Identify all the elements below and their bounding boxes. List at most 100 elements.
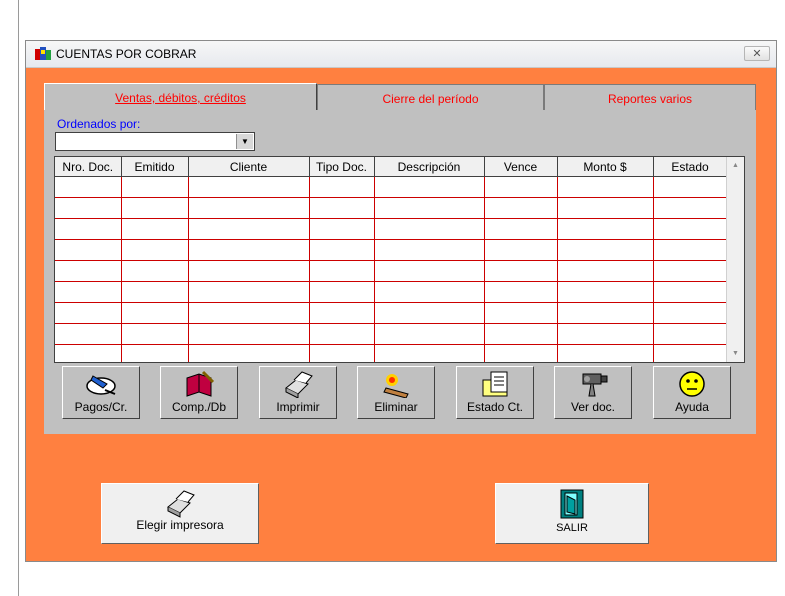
table-cell[interactable] <box>653 344 728 362</box>
delete-button[interactable]: Eliminar <box>357 366 435 419</box>
table-cell[interactable] <box>484 281 558 303</box>
table-row[interactable] <box>55 302 728 324</box>
table-row[interactable] <box>55 281 728 303</box>
table-row[interactable] <box>55 197 728 219</box>
table-cell[interactable] <box>55 239 122 261</box>
documents-grid[interactable]: Nro. Doc. Emitido Cliente Tipo Doc. Desc… <box>54 156 745 363</box>
table-cell[interactable] <box>188 344 310 362</box>
table-cell[interactable] <box>557 323 654 345</box>
column-header[interactable]: Monto $ <box>557 157 654 177</box>
table-cell[interactable] <box>121 218 189 240</box>
table-row[interactable] <box>55 260 728 282</box>
table-cell[interactable] <box>55 176 122 198</box>
column-header[interactable]: Tipo Doc. <box>309 157 375 177</box>
table-cell[interactable] <box>121 302 189 324</box>
table-cell[interactable] <box>653 176 728 198</box>
table-cell[interactable] <box>484 239 558 261</box>
table-cell[interactable] <box>374 176 485 198</box>
close-button[interactable]: ✕ <box>744 46 770 61</box>
table-cell[interactable] <box>55 197 122 219</box>
table-cell[interactable] <box>309 176 375 198</box>
table-cell[interactable] <box>653 197 728 219</box>
table-cell[interactable] <box>188 197 310 219</box>
table-cell[interactable] <box>557 260 654 282</box>
payments-button[interactable]: Pagos/Cr. <box>62 366 140 419</box>
table-cell[interactable] <box>188 176 310 198</box>
table-cell[interactable] <box>121 197 189 219</box>
table-cell[interactable] <box>484 260 558 282</box>
table-cell[interactable] <box>55 218 122 240</box>
table-cell[interactable] <box>309 197 375 219</box>
table-cell[interactable] <box>653 260 728 282</box>
table-cell[interactable] <box>55 281 122 303</box>
table-cell[interactable] <box>188 281 310 303</box>
table-row[interactable] <box>55 218 728 240</box>
exit-button[interactable]: SALIR <box>495 483 649 544</box>
table-cell[interactable] <box>557 218 654 240</box>
table-cell[interactable] <box>374 302 485 324</box>
column-header[interactable]: Emitido <box>121 157 189 177</box>
table-cell[interactable] <box>55 302 122 324</box>
table-row[interactable] <box>55 323 728 345</box>
table-cell[interactable] <box>653 302 728 324</box>
print-button[interactable]: Imprimir <box>259 366 337 419</box>
table-cell[interactable] <box>374 323 485 345</box>
table-cell[interactable] <box>309 260 375 282</box>
help-button[interactable]: Ayuda <box>653 366 731 419</box>
table-cell[interactable] <box>557 197 654 219</box>
table-cell[interactable] <box>188 239 310 261</box>
table-cell[interactable] <box>309 281 375 303</box>
table-cell[interactable] <box>557 281 654 303</box>
table-cell[interactable] <box>309 302 375 324</box>
table-cell[interactable] <box>484 176 558 198</box>
purchases-button[interactable]: Comp./Db <box>160 366 238 419</box>
table-row[interactable] <box>55 176 728 198</box>
table-cell[interactable] <box>484 218 558 240</box>
table-cell[interactable] <box>309 218 375 240</box>
table-cell[interactable] <box>309 239 375 261</box>
choose-printer-button[interactable]: Elegir impresora <box>101 483 259 544</box>
table-row[interactable] <box>55 239 728 261</box>
column-header[interactable]: Estado <box>653 157 728 177</box>
table-cell[interactable] <box>374 197 485 219</box>
tab-cierre[interactable]: Cierre del período <box>317 84 544 112</box>
table-cell[interactable] <box>374 344 485 362</box>
table-cell[interactable] <box>188 323 310 345</box>
account-status-button[interactable]: Estado Ct. <box>456 366 534 419</box>
vertical-scrollbar[interactable]: ▲ ▼ <box>726 157 744 362</box>
table-cell[interactable] <box>55 323 122 345</box>
tab-reportes[interactable]: Reportes varios <box>544 84 756 112</box>
table-cell[interactable] <box>121 281 189 303</box>
table-cell[interactable] <box>653 239 728 261</box>
table-cell[interactable] <box>484 323 558 345</box>
table-cell[interactable] <box>653 323 728 345</box>
table-cell[interactable] <box>557 344 654 362</box>
column-header[interactable]: Cliente <box>188 157 310 177</box>
chevron-down-icon[interactable]: ▼ <box>236 134 253 149</box>
table-cell[interactable] <box>309 323 375 345</box>
table-cell[interactable] <box>309 344 375 362</box>
table-cell[interactable] <box>188 302 310 324</box>
column-header[interactable]: Vence <box>484 157 558 177</box>
table-cell[interactable] <box>557 176 654 198</box>
table-cell[interactable] <box>374 239 485 261</box>
table-cell[interactable] <box>557 302 654 324</box>
table-cell[interactable] <box>374 260 485 282</box>
column-header[interactable]: Descripción <box>374 157 485 177</box>
column-header[interactable]: Nro. Doc. <box>55 157 122 177</box>
table-cell[interactable] <box>121 344 189 362</box>
order-by-select[interactable]: ▼ <box>55 132 255 151</box>
table-cell[interactable] <box>55 260 122 282</box>
table-cell[interactable] <box>121 323 189 345</box>
table-cell[interactable] <box>484 197 558 219</box>
table-cell[interactable] <box>653 218 728 240</box>
table-cell[interactable] <box>653 281 728 303</box>
table-cell[interactable] <box>55 344 122 362</box>
table-cell[interactable] <box>374 218 485 240</box>
table-cell[interactable] <box>188 260 310 282</box>
table-cell[interactable] <box>121 260 189 282</box>
table-cell[interactable] <box>484 344 558 362</box>
table-row[interactable] <box>55 344 728 362</box>
table-cell[interactable] <box>121 239 189 261</box>
table-cell[interactable] <box>374 281 485 303</box>
